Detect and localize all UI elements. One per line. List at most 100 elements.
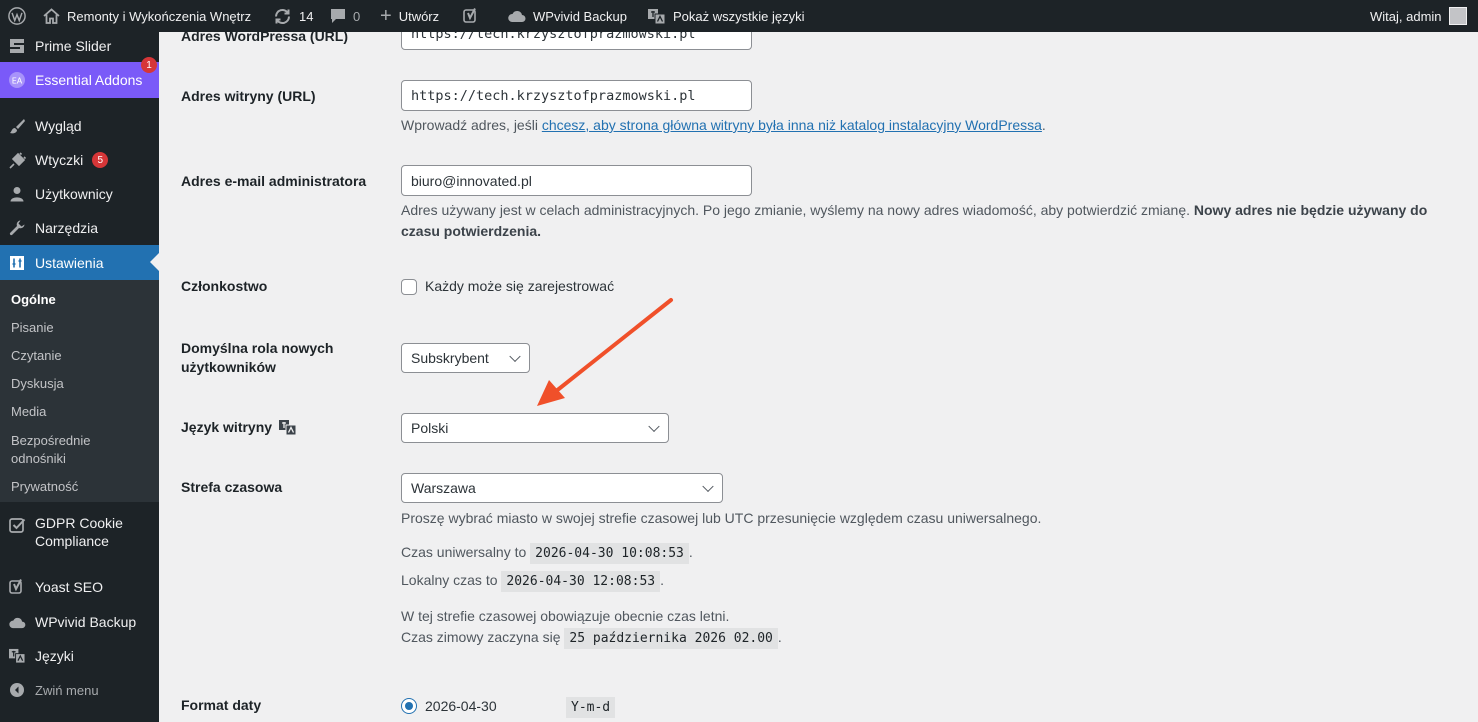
utc-time-line: Czas uniwersalny to 2026-04-30 10:08:53. — [401, 542, 693, 564]
site-name: Remonty i Wykończenia Wnętrz — [67, 8, 252, 24]
translate-icon — [647, 8, 666, 25]
annotation-arrow — [537, 298, 673, 406]
wordpress-logo-button[interactable] — [8, 0, 26, 32]
submenu-item-permalinks[interactable]: Bezpośrednie odnośniki — [11, 432, 111, 468]
yoast-icon — [463, 7, 479, 25]
wp-address-label: Adres WordPressa (URL) — [181, 32, 349, 44]
select-value: Polski — [411, 420, 449, 436]
cloud-icon — [8, 613, 26, 631]
comments-count: 0 — [353, 8, 361, 24]
collapse-icon — [8, 681, 26, 699]
admin-email-input[interactable]: biuro@innovated.pl — [401, 165, 752, 196]
local-time-line: Lokalny czas to 2026-04-30 12:08:53. — [401, 570, 664, 592]
current-menu-arrow — [150, 253, 159, 271]
submenu-item-reading[interactable]: Czytanie — [11, 347, 62, 365]
local-time-value: 2026-04-30 12:08:53 — [501, 571, 661, 592]
menu-item-appearance[interactable]: Wygląd — [0, 112, 159, 140]
site-language-label: Język witryny — [181, 419, 273, 435]
show-all-languages-link[interactable]: Pokaż wszystkie języki — [647, 0, 804, 32]
site-language-select[interactable]: Polski — [401, 413, 669, 443]
site-address-description: Wprowadź adres, jeśli chcesz, aby strona… — [401, 115, 1046, 136]
menu-label: Prime Slider — [35, 38, 112, 54]
essential-addons-icon: EA — [8, 71, 26, 89]
updates-link[interactable]: 14 — [273, 0, 313, 32]
menu-item-yoast-seo[interactable]: Yoast SEO — [0, 573, 159, 601]
menu-label: Ustawienia — [35, 254, 104, 271]
menu-label: Wtyczki — [35, 152, 84, 168]
timezone-description: Proszę wybrać miasto w swojej strefie cz… — [401, 510, 1042, 526]
new-content-link[interactable]: + Utwórz — [380, 0, 439, 32]
my-account-link[interactable]: Witaj, admin — [1370, 0, 1467, 32]
menu-item-languages[interactable]: Języki — [0, 642, 159, 670]
wpvivid-backup-label: WPvivid Backup — [533, 8, 627, 24]
date-format-option[interactable]: 2026-04-30 — [425, 696, 497, 717]
chevron-down-icon — [648, 420, 660, 433]
comment-icon — [330, 8, 346, 24]
wpvivid-backup-link[interactable]: WPvivid Backup — [507, 0, 627, 32]
avatar — [1448, 7, 1467, 25]
wordpress-logo-icon — [8, 7, 26, 25]
home-icon — [43, 8, 60, 24]
membership-checkbox[interactable] — [401, 279, 417, 295]
comments-link[interactable]: 0 — [330, 0, 360, 32]
site-address-input[interactable]: https://tech.krzysztofprazmowski.pl — [401, 80, 752, 111]
site-address-help-link[interactable]: chcesz, aby strona główna witryny była i… — [542, 117, 1042, 133]
updates-icon — [273, 8, 292, 25]
new-content-label: Utwórz — [398, 8, 440, 24]
menu-item-users[interactable]: Użytkownicy — [0, 180, 159, 208]
admin-email-label: Adres e-mail administratora — [181, 173, 367, 189]
date-format-radio[interactable] — [401, 698, 417, 714]
period: . — [660, 572, 664, 588]
dst-transition-line: Czas zimowy zaczyna się 25 października … — [401, 627, 782, 649]
collapse-label: Zwiń menu — [35, 682, 99, 698]
updates-count: 14 — [299, 8, 314, 24]
menu-item-plugins[interactable]: Wtyczki 5 — [0, 146, 159, 174]
show-all-languages-label: Pokaż wszystkie języki — [673, 8, 805, 24]
plus-icon: + — [380, 5, 392, 27]
collapse-menu-button[interactable]: Zwiń menu — [0, 677, 159, 703]
period: . — [777, 629, 782, 645]
date-format-code-wrap: Y-m-d — [566, 696, 616, 718]
users-icon — [8, 185, 26, 203]
menu-item-settings[interactable]: Ustawienia — [0, 245, 159, 280]
submenu-item-general[interactable]: Ogólne — [11, 291, 56, 309]
settings-icon — [8, 254, 26, 272]
description-text: Adres używany jest w celach administracy… — [401, 202, 1194, 218]
menu-label: WPvivid Backup — [35, 614, 137, 630]
wp-address-input[interactable]: https://tech.krzysztofprazmowski.pl — [401, 32, 752, 50]
chevron-down-icon — [702, 480, 714, 493]
submenu-item-media[interactable]: Media — [11, 403, 46, 421]
default-role-select[interactable]: Subskrybent — [401, 343, 530, 373]
select-value: Warszawa — [411, 480, 476, 496]
menu-item-tools[interactable]: Narzędzia — [0, 214, 159, 242]
default-role-label: Domyślna rola nowych użytkowników — [181, 340, 334, 375]
site-language-label-row: Język witryny — [181, 418, 297, 437]
yoast-admin-bar-button[interactable] — [463, 0, 479, 32]
date-format-code: Y-m-d — [566, 697, 616, 718]
menu-label: GDPR Cookie Compliance — [35, 515, 123, 549]
paintbrush-icon — [8, 117, 26, 135]
menu-label: Narzędzia — [35, 220, 99, 236]
wrench-icon — [8, 219, 26, 237]
menu-item-wpvivid-backup[interactable]: WPvivid Backup — [0, 608, 159, 636]
site-name-link[interactable]: Remonty i Wykończenia Wnętrz — [43, 0, 251, 32]
timezone-label: Strefa czasowa — [181, 479, 283, 495]
menu-item-gdpr-cookie-compliance[interactable]: GDPR Cookie Compliance — [0, 514, 159, 554]
select-value: Subskrybent — [411, 350, 489, 366]
site-address-label: Adres witryny (URL) — [181, 88, 316, 104]
timezone-select[interactable]: Warszawa — [401, 473, 723, 503]
membership-label: Członkostwo — [181, 278, 268, 294]
utc-time-value: 2026-04-30 10:08:53 — [530, 543, 689, 564]
menu-item-prime-slider[interactable]: Prime Slider — [0, 32, 159, 60]
translate-icon — [8, 647, 26, 665]
period: . — [688, 544, 693, 560]
menu-label: Yoast SEO — [35, 579, 103, 595]
yoast-icon — [8, 578, 26, 596]
submenu-item-discussion[interactable]: Dyskusja — [11, 375, 64, 393]
submenu-item-privacy[interactable]: Prywatność — [11, 478, 78, 496]
submenu-item-writing[interactable]: Pisanie — [11, 319, 54, 337]
greeting: Witaj, admin — [1370, 8, 1442, 24]
menu-item-essential-addons[interactable]: EA Essential Addons 1 — [0, 57, 159, 98]
description-text: Wprowadź adres, jeśli — [401, 117, 542, 133]
dst-info-line: W tej strefie czasowej obowiązuje obecni… — [401, 608, 730, 624]
